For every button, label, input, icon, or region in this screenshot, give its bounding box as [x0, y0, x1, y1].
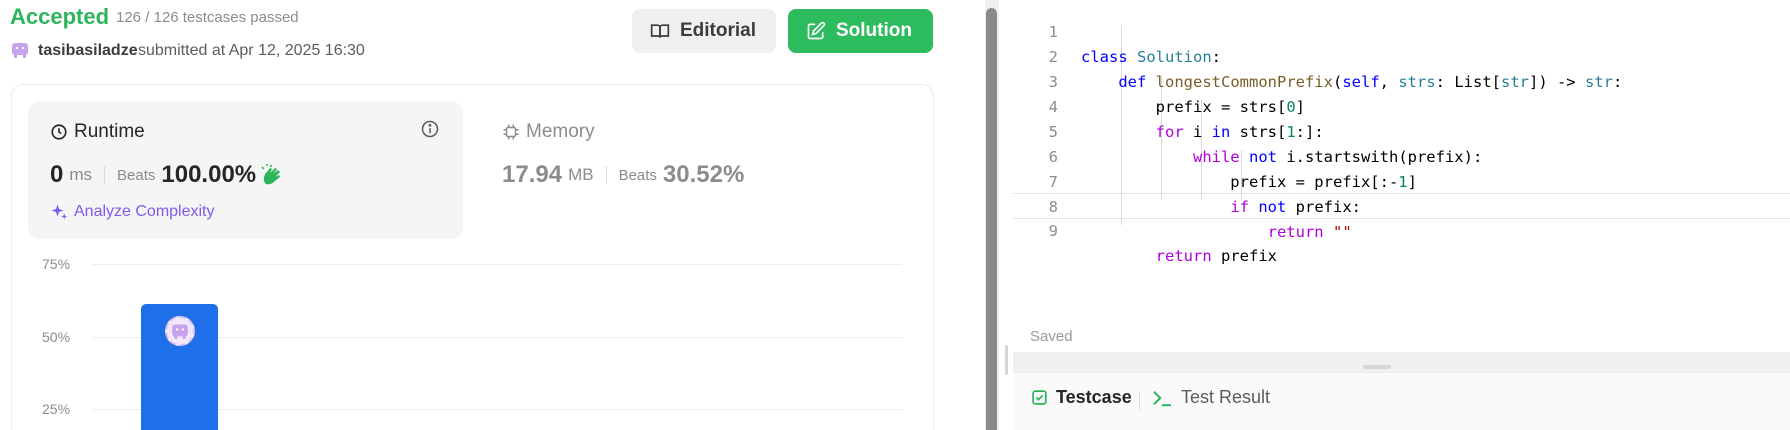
code-text: return "" — [1267, 223, 1352, 241]
memory-value: 17.94 — [502, 161, 563, 188]
memory-beats-value: 30.52% — [662, 161, 745, 188]
info-icon[interactable] — [420, 119, 440, 139]
tab-divider — [1139, 391, 1140, 411]
code-line[interactable]: 6 prefix = prefix[:-1] — [1013, 120, 1790, 191]
code-line[interactable]: 5 while not i.startswith(prefix): — [1013, 95, 1790, 166]
solution-button[interactable]: Solution — [788, 9, 933, 53]
memory-beats-label: Beats — [618, 166, 657, 184]
divider — [104, 166, 106, 184]
analyze-complexity-link[interactable]: Analyze Complexity — [50, 203, 215, 221]
runtime-unit: ms — [69, 165, 93, 184]
checkbox-icon — [1032, 390, 1047, 405]
clock-icon — [51, 124, 67, 140]
y-tick-label-25: 25% — [42, 401, 71, 417]
tab-test-result[interactable]: Test Result — [1151, 387, 1270, 408]
gridline — [92, 264, 902, 265]
code-line[interactable]: 1 class Solution: — [1013, 0, 1790, 66]
code-line-active[interactable]: 9 return prefix — [1013, 193, 1790, 265]
editorial-label: Editorial — [680, 20, 757, 41]
y-tick-label-75: 75% — [42, 256, 71, 272]
user-avatar-icon[interactable] — [10, 40, 30, 60]
clapping-hands-icon — [261, 164, 281, 185]
sparkle-icon — [51, 204, 68, 220]
y-tick-label-50: 50% — [42, 329, 71, 345]
code-line[interactable]: 7 if not prefix: — [1013, 145, 1790, 216]
line-number: 9 — [1048, 222, 1058, 240]
horizontal-resize-bar[interactable] — [1013, 352, 1790, 372]
memory-unit: MB — [568, 165, 594, 184]
memory-title-label: Memory — [526, 121, 595, 142]
editor-panel: 1 class Solution: 2 def longestCommonPre… — [1013, 0, 1790, 430]
runtime-beats-value: 100.00% — [161, 161, 257, 188]
resize-handle[interactable] — [1363, 365, 1391, 369]
saved-status: Saved — [1030, 328, 1073, 345]
code-text: return prefix — [1155, 247, 1277, 265]
analyze-complexity-label: Analyze Complexity — [74, 203, 215, 220]
submission-panel: Accepted 126 / 126 testcases passed tasi… — [0, 0, 985, 430]
editorial-button[interactable]: Editorial — [632, 9, 776, 53]
terminal-icon — [1153, 390, 1171, 406]
scrollbar-thumb[interactable] — [986, 8, 997, 430]
runtime-values: 0 ms Beats 100.00% — [50, 161, 285, 189]
code-line[interactable]: 4 for i in strs[1:]: — [1013, 70, 1790, 141]
code-line[interactable]: 2 def longestCommonPrefix(self, strs: Li… — [1013, 20, 1790, 91]
runtime-value: 0 — [50, 161, 64, 188]
testcases-passed: 126 / 126 testcases passed — [116, 9, 299, 26]
resize-handle[interactable] — [1005, 345, 1008, 375]
memory-title[interactable]: Memory — [502, 121, 595, 143]
runtime-title: Runtime — [50, 121, 145, 143]
status-accepted: Accepted — [10, 4, 110, 29]
tab-testcase[interactable]: Testcase — [1031, 387, 1132, 408]
bar-user-avatar-icon — [165, 316, 195, 346]
runtime-beats-label: Beats — [117, 166, 156, 184]
submitted-at-text: submitted at Apr 12, 2025 16:30 — [138, 42, 365, 59]
test-tabs-bar: Testcase Test Result — [1013, 372, 1790, 430]
username-link[interactable]: tasibasiladze — [38, 42, 138, 60]
memory-values: 17.94 MB Beats 30.52% — [502, 161, 744, 189]
code-line[interactable]: 8 return "" — [1013, 170, 1790, 241]
book-icon — [650, 24, 670, 38]
tab-testcase-label: Testcase — [1056, 387, 1132, 407]
divider — [605, 166, 607, 184]
panel-scrollbar[interactable] — [985, 0, 999, 430]
runtime-title-label: Runtime — [74, 121, 145, 142]
code-editor[interactable]: 1 class Solution: 2 def longestCommonPre… — [1013, 0, 1790, 352]
tab-test-result-label: Test Result — [1181, 387, 1271, 407]
edit-icon — [807, 21, 826, 40]
panel-resize-gutter[interactable] — [999, 0, 1013, 430]
solution-label: Solution — [836, 20, 912, 41]
code-line[interactable]: 3 prefix = strs[0] — [1013, 45, 1790, 116]
chip-icon — [503, 124, 519, 140]
